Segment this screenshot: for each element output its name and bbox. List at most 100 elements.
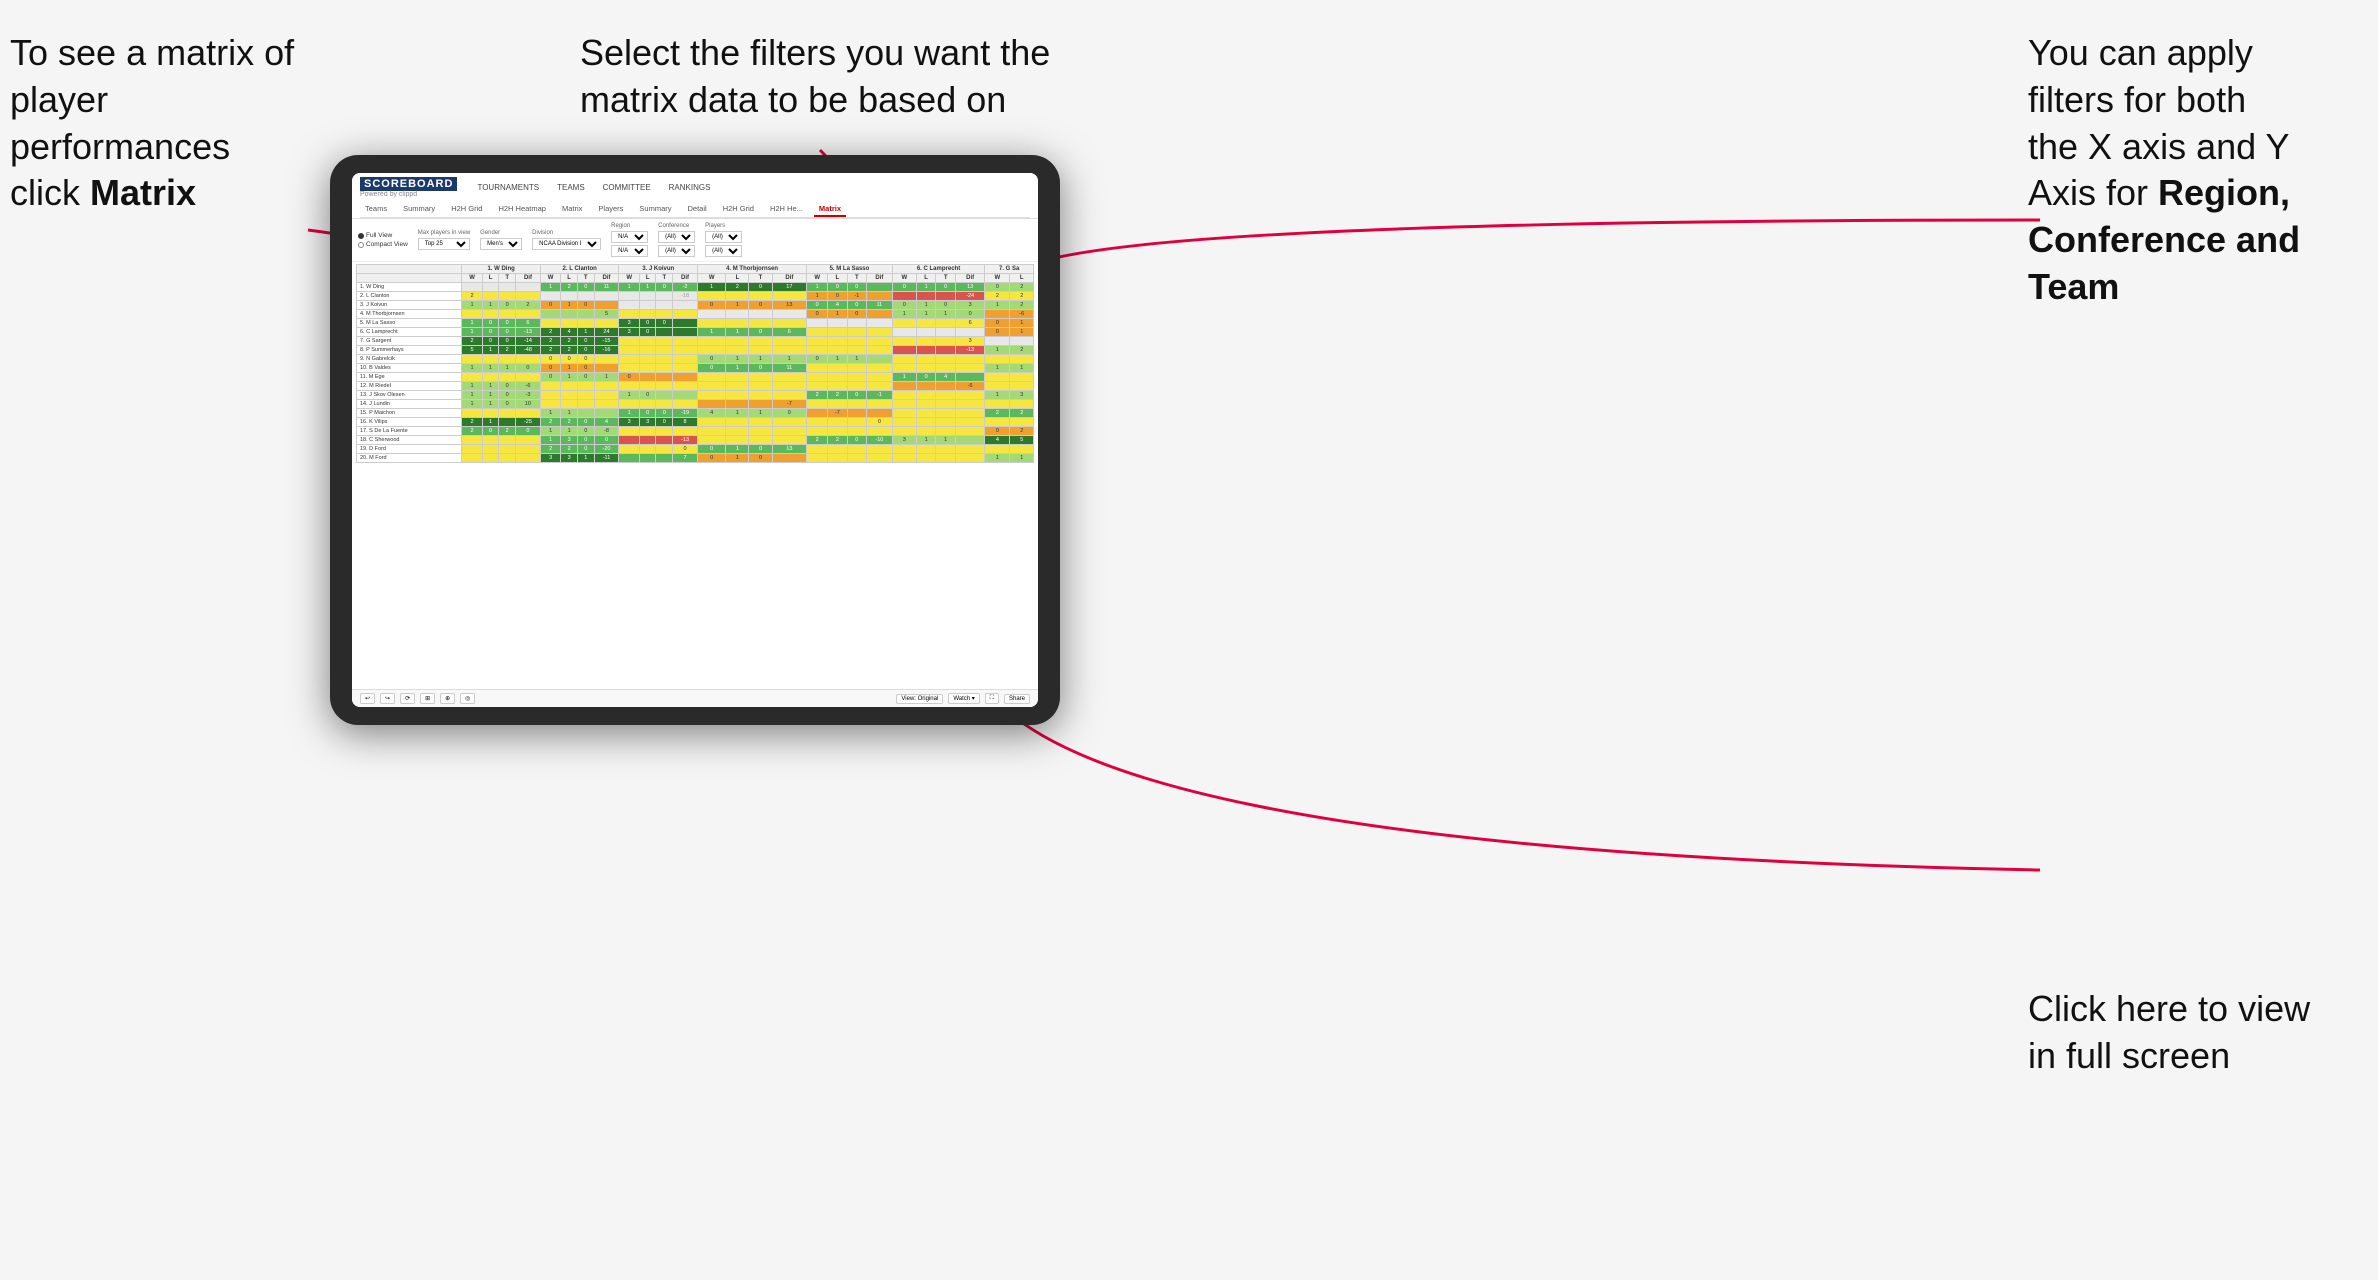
division-select[interactable]: NCAA Division I: [532, 238, 601, 250]
matrix-cell: 1: [1010, 364, 1034, 373]
matrix-cell: 11: [867, 301, 893, 310]
matrix-cell: [619, 364, 639, 373]
matrix-cell: [619, 454, 639, 463]
matrix-cell: [936, 454, 956, 463]
matrix-cell: [867, 319, 893, 328]
table-row: 15. P Maichon11100-194110-722: [357, 409, 1034, 418]
watch-button[interactable]: Watch ▾: [948, 693, 979, 704]
matrix-cell: 2: [499, 427, 516, 436]
matrix-cell: [936, 445, 956, 454]
matrix-cell: 0: [847, 283, 866, 292]
tab-h2h-heatmap[interactable]: H2H Heatmap: [493, 202, 551, 217]
matrix-cell: 1: [482, 400, 499, 409]
matrix-cell: [828, 400, 847, 409]
matrix-cell: 1: [561, 427, 578, 436]
matrix-cell: [673, 400, 698, 409]
region-select[interactable]: N/A: [611, 231, 648, 243]
matrix-cell: 1: [1010, 454, 1034, 463]
share-button[interactable]: Share: [1004, 694, 1030, 704]
matrix-cell: 2: [462, 292, 482, 301]
matrix-cell: 2: [1010, 283, 1034, 292]
matrix-cell: [726, 400, 749, 409]
matrix-cell: [749, 418, 772, 427]
conference-select-2[interactable]: (All): [658, 245, 695, 257]
sub-tabs[interactable]: Teams Summary H2H Grid H2H Heatmap Matri…: [360, 200, 1030, 218]
matrix-cell: [955, 445, 984, 454]
matrix-cell: [772, 346, 807, 355]
full-view-radio[interactable]: [358, 233, 364, 239]
players-select-2[interactable]: (All): [705, 245, 742, 257]
toolbar-icon-4[interactable]: ◎: [460, 693, 475, 704]
matrix-cell: [807, 418, 828, 427]
matrix-cell: [1010, 337, 1034, 346]
sh-t2: T: [577, 274, 594, 283]
matrix-cell: [772, 373, 807, 382]
matrix-cell: [619, 400, 639, 409]
matrix-cell: [1010, 355, 1034, 364]
table-row: 10. B Valdes11100100101111: [357, 364, 1034, 373]
matrix-cell: [867, 400, 893, 409]
sh-l3: L: [639, 274, 656, 283]
matrix-cell: [697, 319, 725, 328]
matrix-cell: [916, 382, 936, 391]
matrix-cell: 0: [807, 355, 828, 364]
matrix-cell: [828, 319, 847, 328]
matrix-cell: [955, 364, 984, 373]
tab-h2h-grid-2[interactable]: H2H Grid: [718, 202, 759, 217]
compact-view-radio[interactable]: [358, 242, 364, 248]
view-original-button[interactable]: View: Original: [896, 694, 943, 704]
annotation-topright: You can apply filters for both the X axi…: [2028, 30, 2348, 311]
matrix-cell: [807, 409, 828, 418]
matrix-cell: 1: [726, 445, 749, 454]
matrix-area: 1. W Ding 2. L Clanton 3. J Koivun 4. M …: [352, 262, 1038, 689]
nav-rankings[interactable]: RANKINGS: [665, 181, 715, 194]
matrix-cell: [540, 391, 560, 400]
redo-button[interactable]: ↪: [380, 693, 395, 704]
tab-h2hhe[interactable]: H2H He...: [765, 202, 808, 217]
toolbar-icon-2[interactable]: ⊞: [420, 693, 435, 704]
matrix-cell: 0: [540, 301, 560, 310]
matrix-cell: 1: [619, 283, 639, 292]
filter-bar[interactable]: Full View Compact View Max players in vi…: [352, 219, 1038, 262]
tab-summary[interactable]: Summary: [398, 202, 440, 217]
region-select-2[interactable]: N/A: [611, 245, 648, 257]
matrix-cell: 0: [749, 454, 772, 463]
top-nav[interactable]: TOURNAMENTS TEAMS COMMITTEE RANKINGS: [473, 181, 714, 194]
toolbar-icon-1[interactable]: ⟳: [400, 693, 415, 704]
conference-select[interactable]: (All): [658, 231, 695, 243]
tab-players[interactable]: Players: [593, 202, 628, 217]
toolbar-icon-3[interactable]: ⊕: [440, 693, 455, 704]
table-row: 20. M Ford331-11701011: [357, 454, 1034, 463]
logo-main: SCOREBOARD: [360, 177, 457, 191]
matrix-cell: 2: [726, 283, 749, 292]
matrix-cell: [726, 418, 749, 427]
row-name: 6. C Lamprecht: [357, 328, 462, 337]
tab-summary-2[interactable]: Summary: [634, 202, 676, 217]
tab-teams[interactable]: Teams: [360, 202, 392, 217]
matrix-cell: -6: [955, 382, 984, 391]
matrix-cell: 0: [577, 427, 594, 436]
tab-matrix-active[interactable]: Matrix: [814, 202, 846, 217]
matrix-cell: 2: [561, 283, 578, 292]
nav-tournaments[interactable]: TOURNAMENTS: [473, 181, 543, 194]
matrix-cell: 2: [561, 337, 578, 346]
matrix-cell: 0: [577, 337, 594, 346]
matrix-cell: 1: [462, 391, 482, 400]
sh-w1: W: [462, 274, 482, 283]
matrix-cell: [516, 409, 541, 418]
undo-button[interactable]: ↩: [360, 693, 375, 704]
matrix-cell: [697, 427, 725, 436]
full-view-option[interactable]: Full View: [358, 232, 408, 239]
nav-teams[interactable]: TEAMS: [553, 181, 589, 194]
tab-matrix-1[interactable]: Matrix: [557, 202, 587, 217]
gender-select[interactable]: Men's: [480, 238, 522, 250]
players-select[interactable]: (All): [705, 231, 742, 243]
tab-detail[interactable]: Detail: [683, 202, 712, 217]
fullscreen-button[interactable]: ⛶: [985, 693, 999, 704]
matrix-cell: [892, 409, 916, 418]
compact-view-option[interactable]: Compact View: [358, 241, 408, 248]
tab-h2h-grid[interactable]: H2H Grid: [446, 202, 487, 217]
nav-committee[interactable]: COMMITTEE: [599, 181, 655, 194]
matrix-cell: [892, 292, 916, 301]
max-players-select[interactable]: Top 25: [418, 238, 470, 250]
